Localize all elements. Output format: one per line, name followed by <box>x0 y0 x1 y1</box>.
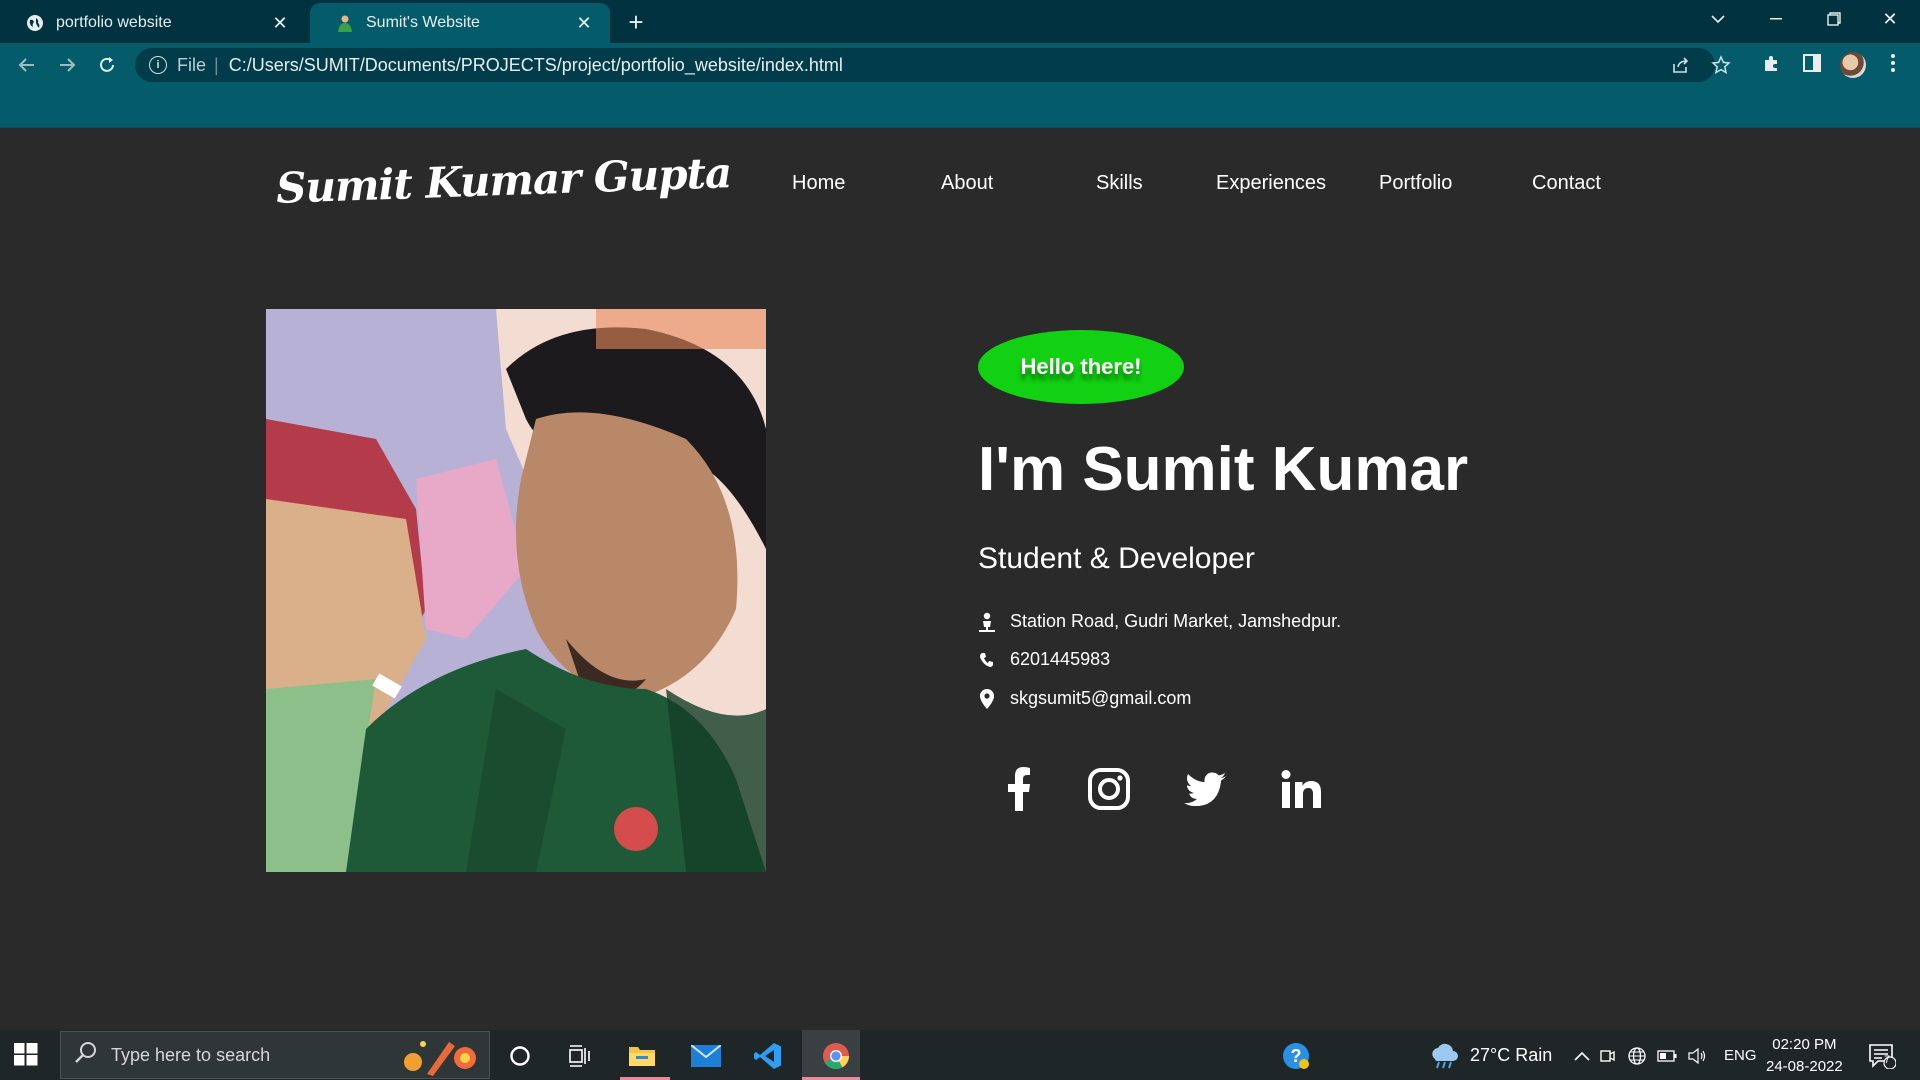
tab-title: portfolio website <box>56 14 172 31</box>
mail-icon[interactable] <box>690 1040 722 1072</box>
forward-arrow-icon[interactable] <box>52 50 82 80</box>
tab-strip: portfolio website ✕ Sumit's Website ✕ + … <box>0 0 1920 43</box>
linkedin-icon[interactable] <box>1276 764 1326 814</box>
side-panel-icon[interactable] <box>1799 50 1825 76</box>
url-scheme: File <box>177 54 207 75</box>
meet-now-icon[interactable] <box>1596 1040 1618 1072</box>
system-clock[interactable]: 02:20 PM 24-08-2022 <box>1766 1034 1843 1078</box>
file-explorer-icon[interactable] <box>626 1040 658 1072</box>
url-text: C:/Users/SUMIT/Documents/PROJECTS/projec… <box>228 54 843 75</box>
weather-text[interactable]: 27°C Rain <box>1470 1045 1552 1066</box>
globe-icon <box>26 14 44 32</box>
notification-icon[interactable]: 7 <box>1866 1040 1898 1072</box>
nav-link-portfolio[interactable]: Portfolio <box>1379 172 1452 195</box>
nav-link-experiences[interactable]: Experiences <box>1216 172 1326 195</box>
clock-time: 02:20 PM <box>1772 1036 1837 1053</box>
portfolio-page: Sumit Kumar Gupta Home About Skills Expe… <box>0 128 1920 1030</box>
nav-link-about[interactable]: About <box>941 172 993 195</box>
facebook-icon[interactable] <box>994 764 1044 814</box>
browser-toolbar: i File | C:/Users/SUMIT/Documents/PROJEC… <box>0 43 1920 86</box>
profile-avatar[interactable] <box>1840 52 1866 78</box>
search-placeholder: Type here to search <box>111 1044 271 1065</box>
restore-button[interactable] <box>1806 0 1862 38</box>
email-row: skgsumit5@gmail.com <box>978 688 1191 709</box>
location-pin-icon <box>978 688 996 709</box>
nav-link-home[interactable]: Home <box>792 172 845 195</box>
info-icon[interactable]: i <box>149 56 167 74</box>
back-arrow-icon[interactable] <box>12 50 42 80</box>
weather-rain-icon <box>1428 1040 1460 1072</box>
hero-headline: I'm Sumit Kumar <box>978 435 1469 504</box>
person-icon <box>978 612 996 632</box>
address-text: Station Road, Gudri Market, Jamshedpur. <box>1010 611 1342 631</box>
volume-icon[interactable] <box>1686 1040 1708 1072</box>
tab-title: Sumit's Website <box>366 14 480 31</box>
notification-count: 7 <box>1884 1054 1891 1066</box>
task-view-icon[interactable] <box>564 1040 596 1072</box>
tab-search-icon[interactable] <box>1690 0 1746 38</box>
network-globe-icon[interactable] <box>1626 1040 1648 1072</box>
bookmarks-bar <box>0 86 1920 128</box>
share-icon[interactable] <box>1668 52 1694 78</box>
person-favicon <box>336 14 354 32</box>
instagram-icon[interactable] <box>1084 764 1134 814</box>
close-icon[interactable]: ✕ <box>270 13 290 33</box>
taskbar-search-input[interactable]: Type here to search <box>60 1031 490 1079</box>
language-indicator[interactable]: ENG <box>1724 1047 1757 1064</box>
email-text[interactable]: skgsumit5@gmail.com <box>1010 688 1191 709</box>
menu-kebab-icon[interactable] <box>1880 50 1906 76</box>
tab-portfolio-website[interactable]: portfolio website ✕ <box>0 3 306 43</box>
cortana-icon[interactable] <box>504 1040 536 1072</box>
tab-sumits-website[interactable]: Sumit's Website ✕ <box>310 3 610 43</box>
nav-link-contact[interactable]: Contact <box>1532 172 1601 195</box>
profile-photo <box>266 309 766 872</box>
hero-subtitle: Student & Developer <box>978 542 1255 575</box>
nav-link-skills[interactable]: Skills <box>1096 172 1143 195</box>
window-close-button[interactable]: ✕ <box>1862 0 1918 38</box>
phone-row: 6201445983 <box>978 649 1110 670</box>
extensions-icon[interactable] <box>1759 50 1785 76</box>
clock-date: 24-08-2022 <box>1766 1058 1843 1075</box>
phone-icon <box>978 650 996 670</box>
windows-taskbar: Type here to search ? 27°C Rain ENG 7 <box>0 1030 1920 1080</box>
reload-icon[interactable] <box>92 50 122 80</box>
address-row: Station Road, Gudri Market, Jamshedpur. <box>978 611 1341 632</box>
chrome-active-highlight <box>802 1030 860 1077</box>
new-tab-button[interactable]: + <box>622 7 650 37</box>
site-logo[interactable]: Sumit Kumar Gupta <box>275 148 732 213</box>
minimize-button[interactable] <box>1748 0 1804 38</box>
bookmark-star-icon[interactable] <box>1708 52 1734 78</box>
help-icon[interactable]: ? <box>1280 1040 1312 1072</box>
windows-start-icon[interactable] <box>14 1042 40 1068</box>
phone-text[interactable]: 6201445983 <box>1010 649 1110 670</box>
twitter-icon[interactable] <box>1180 764 1230 814</box>
greeting-badge: Hello there! <box>978 330 1184 404</box>
search-icon <box>75 1041 97 1069</box>
vscode-icon[interactable] <box>752 1040 784 1072</box>
url-separator: | <box>214 54 219 75</box>
address-bar[interactable]: i File | C:/Users/SUMIT/Documents/PROJEC… <box>135 48 1715 82</box>
search-highlight-icon <box>399 1036 483 1076</box>
chevron-up-icon[interactable] <box>1566 1040 1598 1072</box>
battery-icon[interactable] <box>1656 1040 1678 1072</box>
close-icon[interactable]: ✕ <box>574 13 594 33</box>
